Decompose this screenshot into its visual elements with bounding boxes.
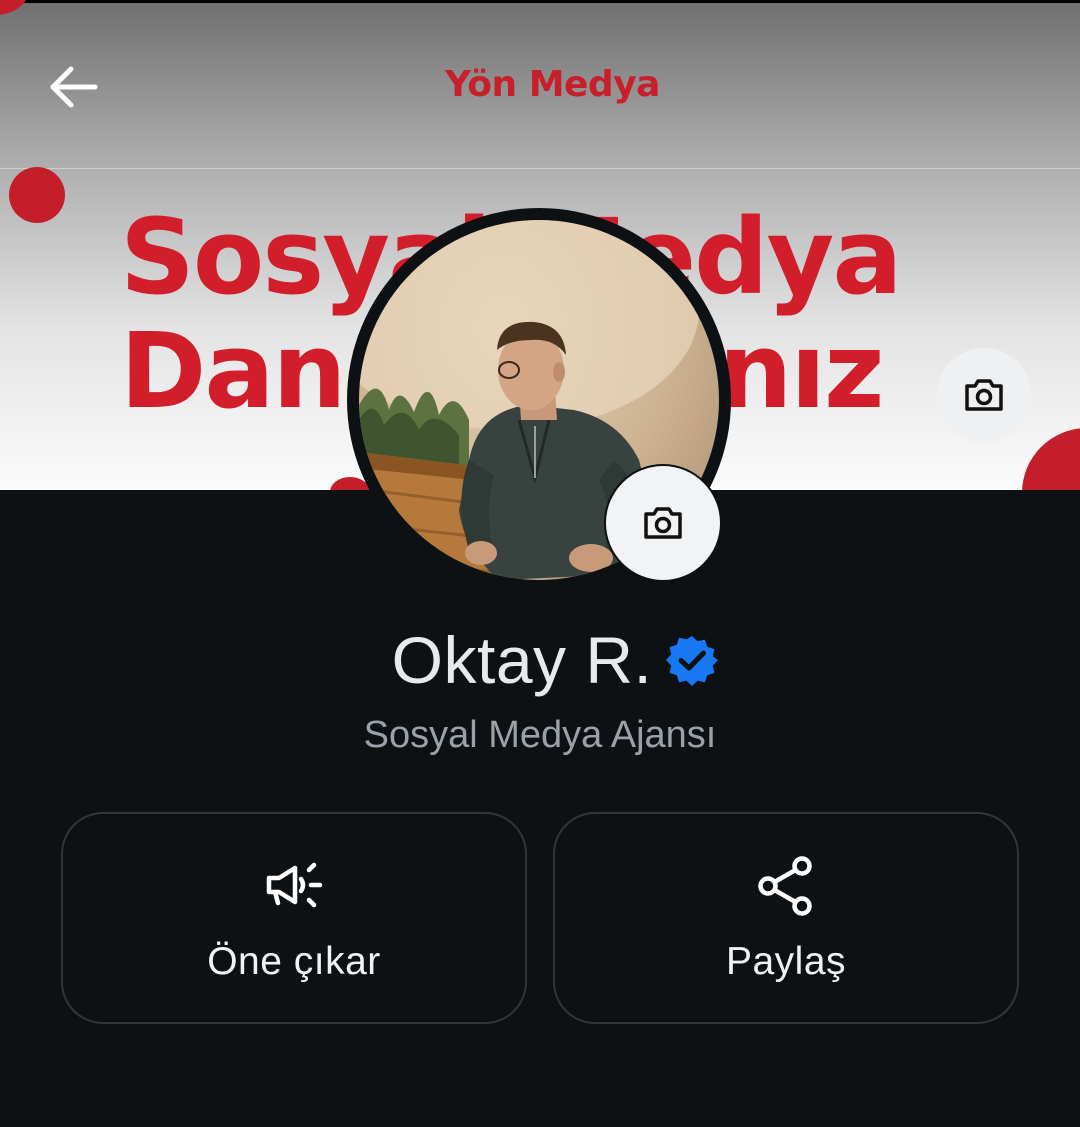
share-button[interactable]: Paylaş [553,812,1019,1024]
back-button[interactable] [44,58,102,116]
profile-name-row: Oktay R. [0,622,1080,698]
camera-icon [965,379,1003,411]
cover-top-edge [0,0,1080,3]
verified-badge-icon [666,634,719,686]
cover-brand-text: Yön Medya [445,64,660,105]
promote-button[interactable]: Öne çıkar [61,812,527,1024]
share-icon [754,856,818,916]
cover-divider [0,168,1080,169]
cover-decoration [1022,428,1080,490]
edit-avatar-button[interactable] [606,466,720,580]
share-button-label: Paylaş [725,940,847,983]
profile-name: Oktay R. [391,623,653,697]
profile-category: Sosyal Medya Ajansı [363,714,717,756]
arrow-left-icon [50,66,98,108]
promote-button-label: Öne çıkar [207,940,381,983]
camera-icon [644,507,682,539]
cover-decoration [9,167,65,223]
edit-cover-photo-button[interactable] [937,348,1031,442]
megaphone-icon [262,856,326,916]
